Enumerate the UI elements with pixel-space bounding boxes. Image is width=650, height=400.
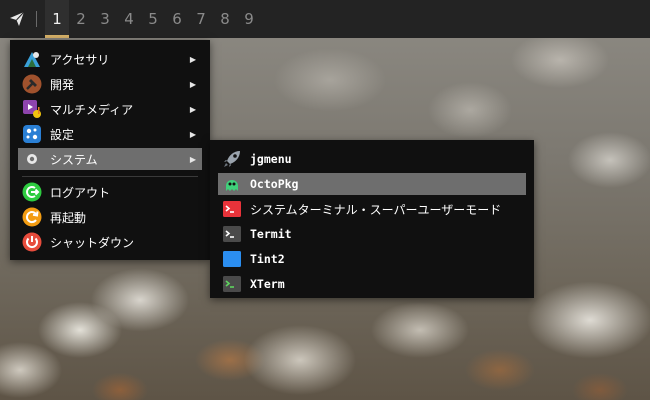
application-menu: アクセサリ ▶ 開発 ▶ マルチメディア ▶ 設定 ▶ システム ▶ ログアウト — [10, 40, 210, 260]
menu-item-label: ログアウト — [50, 185, 111, 200]
submenu-arrow-icon: ▶ — [189, 104, 196, 114]
workspace-6[interactable]: 6 — [165, 0, 189, 38]
system-icon — [22, 149, 42, 169]
top-panel: 1 2 3 4 5 6 7 8 9 — [0, 0, 650, 38]
paper-plane-icon — [10, 11, 25, 26]
menu-item-label: システム — [50, 152, 98, 167]
submenu-item-termit[interactable]: Termit — [218, 223, 526, 245]
menu-divider — [22, 176, 198, 177]
menu-launcher-button[interactable] — [0, 0, 34, 38]
submenu-item-octopkg[interactable]: OctoPkg — [218, 173, 526, 195]
settings-icon — [22, 124, 42, 144]
workspace-3[interactable]: 3 — [93, 0, 117, 38]
workspace-5[interactable]: 5 — [141, 0, 165, 38]
submenu-item-jgmenu[interactable]: jgmenu — [218, 148, 526, 170]
workspace-1[interactable]: 1 — [45, 0, 69, 38]
workspace-7[interactable]: 7 — [189, 0, 213, 38]
menu-item-label: 設定 — [50, 127, 75, 142]
workspace-9[interactable]: 9 — [237, 0, 261, 38]
terminal-icon — [222, 224, 242, 244]
submenu-arrow-icon: ▶ — [189, 54, 196, 64]
menu-item-logout[interactable]: ログアウト — [18, 181, 202, 203]
menu-item-label: 開発 — [50, 77, 75, 92]
submenu-item-label: OctoPkg — [250, 177, 299, 191]
menu-item-development[interactable]: 開発 ▶ — [18, 73, 202, 95]
menu-item-label: 再起動 — [50, 210, 87, 225]
submenu-item-tint2[interactable]: Tint2 — [218, 248, 526, 270]
submenu-item-label: Tint2 — [250, 252, 285, 266]
menu-item-accessories[interactable]: アクセサリ ▶ — [18, 48, 202, 70]
submenu-item-label: システムターミナル・スーパーユーザーモード — [250, 202, 502, 217]
submenu-item-label: XTerm — [250, 277, 285, 291]
octopus-icon — [222, 174, 242, 194]
rocket-icon — [222, 149, 242, 169]
root-terminal-icon — [222, 199, 242, 219]
submenu-arrow-icon: ▶ — [189, 79, 196, 89]
menu-item-label: マルチメディア — [50, 102, 134, 117]
menu-item-system[interactable]: システム ▶ — [18, 148, 202, 170]
submenu-arrow-icon: ▶ — [189, 129, 196, 139]
menu-item-shutdown[interactable]: シャットダウン — [18, 231, 202, 253]
reboot-icon — [22, 207, 42, 227]
menu-item-multimedia[interactable]: マルチメディア ▶ — [18, 98, 202, 120]
accessories-icon — [22, 49, 42, 69]
menu-item-label: シャットダウン — [50, 235, 135, 250]
workspace-2[interactable]: 2 — [69, 0, 93, 38]
multimedia-icon — [22, 99, 42, 119]
workspace-4[interactable]: 4 — [117, 0, 141, 38]
submenu-arrow-icon: ▶ — [189, 154, 196, 164]
submenu-item-root-terminal[interactable]: システムターミナル・スーパーユーザーモード — [218, 198, 526, 220]
system-submenu: jgmenu OctoPkg システムターミナル・スーパーユーザーモード Ter… — [210, 140, 534, 298]
menu-item-label: アクセサリ — [50, 52, 110, 67]
development-icon — [22, 74, 42, 94]
panel-separator — [36, 11, 37, 27]
menu-item-reboot[interactable]: 再起動 — [18, 206, 202, 228]
submenu-item-label: jgmenu — [250, 152, 292, 166]
tint2-icon — [222, 249, 242, 269]
submenu-item-label: Termit — [250, 227, 292, 241]
submenu-item-xterm[interactable]: XTerm — [218, 273, 526, 295]
logout-icon — [22, 182, 42, 202]
workspace-8[interactable]: 8 — [213, 0, 237, 38]
shutdown-icon — [22, 232, 42, 252]
menu-item-settings[interactable]: 設定 ▶ — [18, 123, 202, 145]
xterm-icon — [222, 274, 242, 294]
